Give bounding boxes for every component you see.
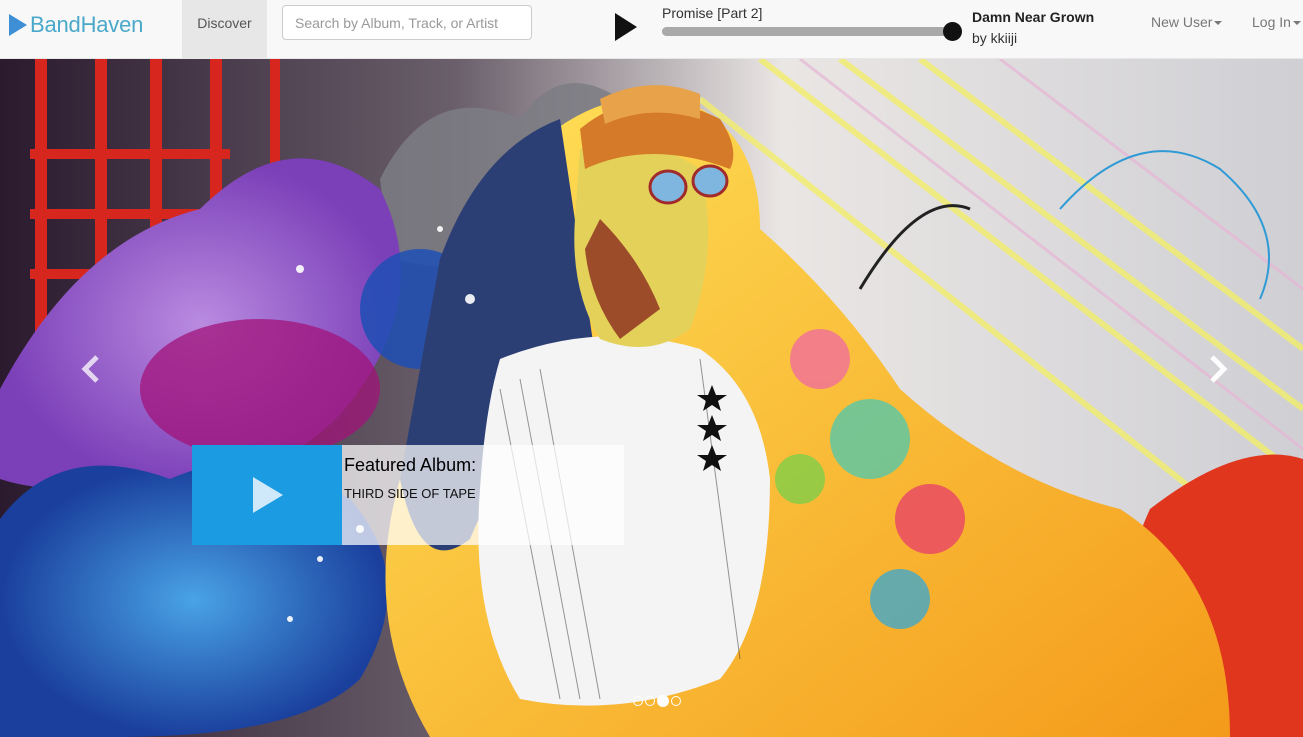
- play-triangle-icon: [9, 14, 27, 36]
- featured-album-info: Featured Album: THIRD SIDE OF TAPE: [342, 445, 624, 545]
- top-navbar: BandHaven Discover Promise [Part 2] Damn…: [0, 0, 1303, 59]
- carousel-indicator-dot[interactable]: [633, 696, 643, 706]
- brand-name: BandHaven: [30, 12, 144, 37]
- featured-play-button[interactable]: [192, 445, 342, 545]
- carousel-prev-icon[interactable]: [75, 351, 105, 387]
- log-in-dropdown[interactable]: Log In: [1252, 14, 1301, 30]
- carousel-indicator-dot[interactable]: [657, 695, 669, 707]
- carousel-next-icon[interactable]: [1204, 351, 1234, 387]
- caret-down-icon: [1214, 21, 1223, 25]
- caret-down-icon: [1292, 21, 1301, 25]
- now-playing-album-title[interactable]: Damn Near Grown: [972, 9, 1094, 25]
- featured-carousel: Featured Album: THIRD SIDE OF TAPE: [0, 59, 1303, 737]
- featured-album-panel: Featured Album: THIRD SIDE OF TAPE: [192, 445, 624, 545]
- featured-album-name[interactable]: THIRD SIDE OF TAPE: [344, 486, 622, 501]
- play-icon: [253, 477, 283, 513]
- now-playing-track-title: Promise [Part 2]: [662, 5, 763, 21]
- nav-discover[interactable]: Discover: [182, 0, 267, 58]
- carousel-indicator-dot[interactable]: [645, 696, 655, 706]
- featured-album-artwork: [0, 59, 1303, 737]
- brand-logo-link[interactable]: BandHaven: [8, 10, 143, 40]
- playback-progress-bar[interactable]: [662, 22, 962, 41]
- log-in-label: Log In: [1252, 14, 1291, 30]
- player-play-button[interactable]: [612, 8, 642, 46]
- new-user-label: New User: [1151, 14, 1213, 30]
- now-playing-artist[interactable]: by kkiiji: [972, 30, 1017, 46]
- playback-progress-fill: [662, 27, 952, 36]
- carousel-indicator-dot[interactable]: [671, 696, 681, 706]
- playback-scrubber-knob[interactable]: [943, 22, 962, 41]
- carousel-indicators: [633, 695, 681, 707]
- new-user-dropdown[interactable]: New User: [1151, 14, 1223, 30]
- featured-heading: Featured Album:: [344, 455, 477, 475]
- search-input[interactable]: [282, 5, 532, 40]
